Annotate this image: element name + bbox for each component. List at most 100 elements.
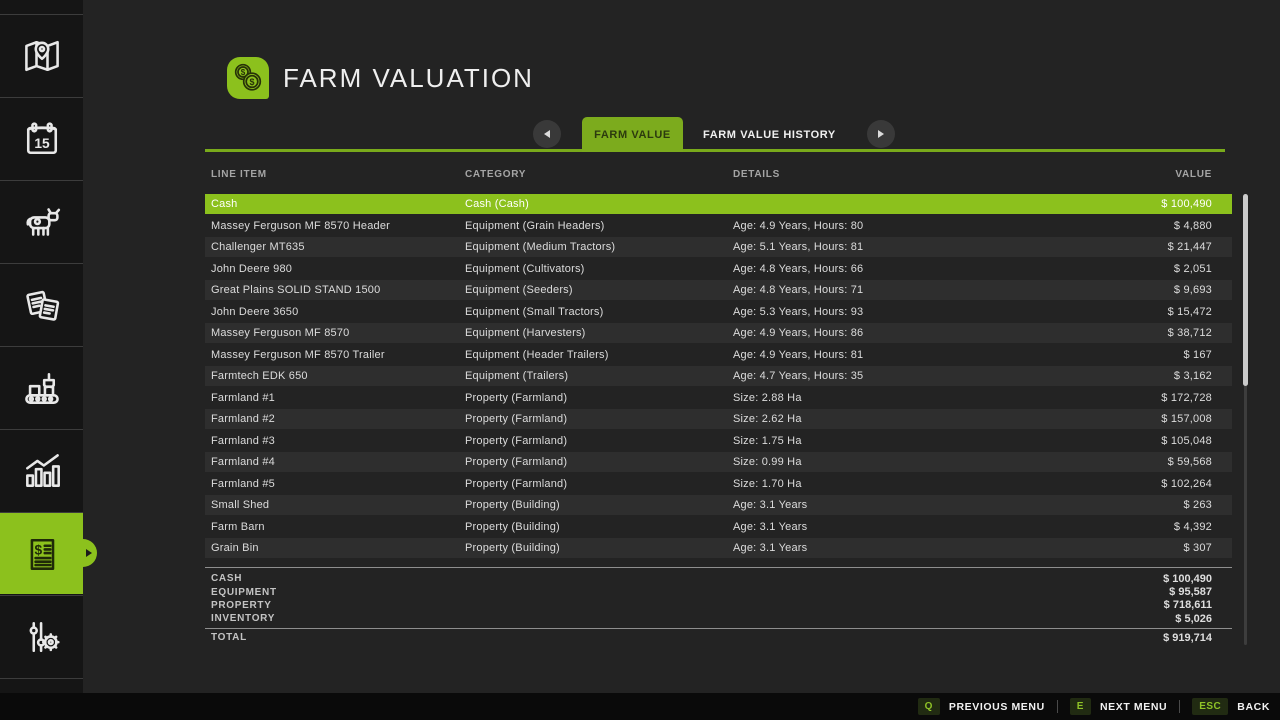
category-cell: Equipment (Trailers): [465, 370, 733, 382]
details-cell: Size: 1.75 Ha: [733, 435, 1072, 447]
production-icon: [20, 366, 64, 410]
table-row[interactable]: Farmland #3Property (Farmland)Size: 1.75…: [205, 431, 1232, 451]
summary-value: $ 5,026: [605, 613, 1232, 625]
details-cell: Size: 2.62 Ha: [733, 413, 1072, 425]
key-esc-badge: ESC: [1192, 698, 1228, 715]
shortcut-previous-menu[interactable]: Q PREVIOUS MENU: [918, 698, 1045, 715]
category-cell: Property (Farmland): [465, 392, 733, 404]
table-rows: CashCash (Cash)$ 100,490Massey Ferguson …: [205, 194, 1232, 560]
shortcut-back[interactable]: ESC BACK: [1192, 698, 1270, 715]
table-row[interactable]: Massey Ferguson MF 8570 TrailerEquipment…: [205, 345, 1232, 365]
total-value: $ 919,714: [605, 632, 1232, 644]
shortcut-next-menu[interactable]: E NEXT MENU: [1070, 698, 1167, 715]
sidebar-item-production[interactable]: [0, 346, 83, 428]
sidebar-item-settings[interactable]: [0, 595, 83, 677]
table-row[interactable]: Farmland #2Property (Farmland)Size: 2.62…: [205, 409, 1232, 429]
details-cell: Size: 0.99 Ha: [733, 456, 1072, 468]
farm-valuation-icon: $ $: [227, 57, 269, 99]
line-item-cell: John Deere 3650: [205, 306, 465, 318]
category-cell: Equipment (Cultivators): [465, 263, 733, 275]
sidebar-item-map[interactable]: [0, 14, 83, 96]
category-cell: Property (Building): [465, 542, 733, 554]
column-header-value: VALUE: [1072, 169, 1232, 180]
map-icon: [20, 34, 64, 78]
statistics-icon: [20, 449, 64, 493]
summary-value: $ 718,611: [605, 599, 1232, 611]
value-cell: $ 4,392: [1072, 521, 1232, 533]
sidebar-item-animals[interactable]: [0, 180, 83, 262]
category-cell: Equipment (Harvesters): [465, 327, 733, 339]
details-cell: Size: 1.70 Ha: [733, 478, 1072, 490]
details-cell: Age: 4.7 Years, Hours: 35: [733, 370, 1072, 382]
table-row[interactable]: Massey Ferguson MF 8570Equipment (Harves…: [205, 323, 1232, 343]
details-cell: Age: 4.9 Years, Hours: 86: [733, 327, 1072, 339]
key-q-badge: Q: [918, 698, 940, 715]
category-cell: Property (Farmland): [465, 413, 733, 425]
value-cell: $ 2,051: [1072, 263, 1232, 275]
value-cell: $ 307: [1072, 542, 1232, 554]
svg-text:15: 15: [34, 135, 50, 150]
sidebar-item-calendar[interactable]: 15: [0, 97, 83, 179]
category-cell: Cash (Cash): [465, 198, 733, 210]
cow-icon: [20, 200, 64, 244]
footer-divider: [1179, 700, 1180, 713]
sidebar-item-statistics[interactable]: [0, 429, 83, 511]
tab-prev-button[interactable]: [533, 120, 561, 148]
details-cell: Age: 4.9 Years, Hours: 80: [733, 220, 1072, 232]
summary-total: TOTAL $ 919,714: [205, 628, 1232, 646]
line-item-cell: Farmtech EDK 650: [205, 370, 465, 382]
table-row[interactable]: John Deere 980Equipment (Cultivators)Age…: [205, 259, 1232, 279]
category-cell: Equipment (Medium Tractors): [465, 241, 733, 253]
category-cell: Equipment (Seeders): [465, 284, 733, 296]
line-item-cell: Farmland #4: [205, 456, 465, 468]
finances-icon: $: [20, 532, 64, 576]
value-cell: $ 38,712: [1072, 327, 1232, 339]
details-cell: Age: 5.1 Years, Hours: 81: [733, 241, 1072, 253]
shortcut-label: PREVIOUS MENU: [949, 701, 1045, 713]
summary-line-equipment: EQUIPMENT $ 95,587: [205, 585, 1232, 598]
table-row[interactable]: Farmland #5Property (Farmland)Size: 1.70…: [205, 474, 1232, 494]
category-cell: Equipment (Grain Headers): [465, 220, 733, 232]
value-cell: $ 102,264: [1072, 478, 1232, 490]
total-label: TOTAL: [205, 632, 605, 643]
table-row[interactable]: Great Plains SOLID STAND 1500Equipment (…: [205, 280, 1232, 300]
summary-line-cash: CASH $ 100,490: [205, 572, 1232, 585]
table-row[interactable]: CashCash (Cash)$ 100,490: [205, 194, 1232, 214]
details-cell: Age: 3.1 Years: [733, 499, 1072, 511]
value-cell: $ 4,880: [1072, 220, 1232, 232]
details-cell: Age: 4.8 Years, Hours: 71: [733, 284, 1072, 296]
table-row[interactable]: Massey Ferguson MF 8570 HeaderEquipment …: [205, 216, 1232, 236]
table-row[interactable]: Grain BinProperty (Building)Age: 3.1 Yea…: [205, 538, 1232, 558]
page-header: $ $ FARM VALUATION: [227, 57, 534, 99]
tab-farm-value[interactable]: FARM VALUE: [582, 117, 683, 152]
table-row[interactable]: Farmtech EDK 650Equipment (Trailers)Age:…: [205, 366, 1232, 386]
table-row[interactable]: Challenger MT635Equipment (Medium Tracto…: [205, 237, 1232, 257]
key-e-badge: E: [1070, 698, 1091, 715]
value-cell: $ 100,490: [1072, 198, 1232, 210]
category-cell: Property (Farmland): [465, 478, 733, 490]
svg-text:$: $: [249, 77, 254, 87]
line-item-cell: Massey Ferguson MF 8570 Trailer: [205, 349, 465, 361]
sidebar-item-partial: [0, 678, 83, 693]
table-row[interactable]: Farm BarnProperty (Building)Age: 3.1 Yea…: [205, 517, 1232, 537]
sidebar-item-contracts[interactable]: [0, 263, 83, 345]
documents-icon: [20, 283, 64, 327]
line-item-cell: Farmland #3: [205, 435, 465, 447]
svg-text:$: $: [241, 68, 246, 77]
details-cell: Age: 3.1 Years: [733, 542, 1072, 554]
summary-value: $ 95,587: [605, 586, 1232, 598]
summary-label: INVENTORY: [205, 613, 605, 624]
scrollbar-thumb[interactable]: [1243, 194, 1248, 386]
tab-farm-value-history[interactable]: FARM VALUE HISTORY: [695, 117, 844, 152]
table-row[interactable]: John Deere 3650Equipment (Small Tractors…: [205, 302, 1232, 322]
table-row[interactable]: Farmland #1Property (Farmland)Size: 2.88…: [205, 388, 1232, 408]
table-row[interactable]: Farmland #4Property (Farmland)Size: 0.99…: [205, 452, 1232, 472]
category-cell: Property (Building): [465, 499, 733, 511]
details-cell: Age: 3.1 Years: [733, 521, 1072, 533]
footer-divider: [1057, 700, 1058, 713]
summary-label: CASH: [205, 573, 605, 584]
value-cell: $ 59,568: [1072, 456, 1232, 468]
sidebar-selected-notch: [69, 539, 97, 567]
tab-next-button[interactable]: [867, 120, 895, 148]
table-row[interactable]: Small ShedProperty (Building)Age: 3.1 Ye…: [205, 495, 1232, 515]
